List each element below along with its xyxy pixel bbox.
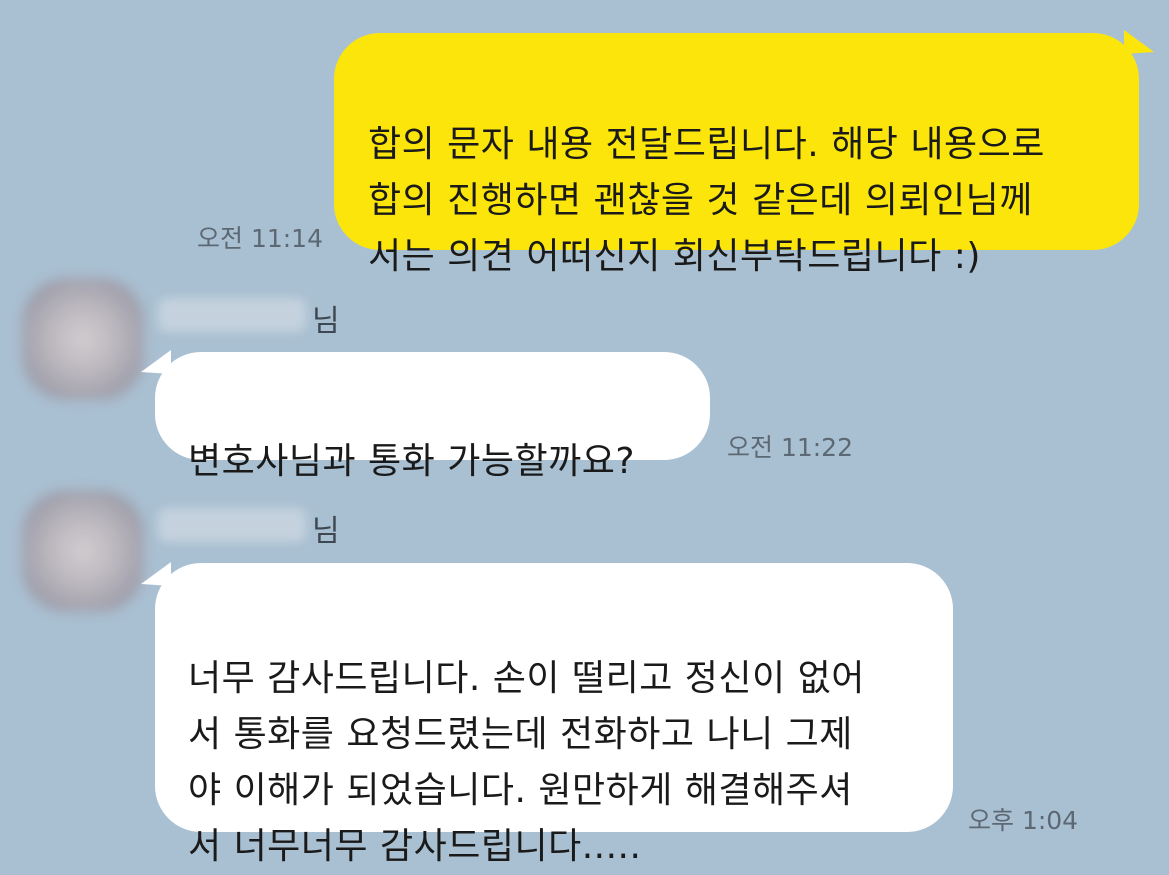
chat-area: 합의 문자 내용 전달드립니다. 해당 내용으로 합의 진행하면 괜찮을 것 같… xyxy=(0,0,1169,867)
sender-name-redacted xyxy=(158,508,306,542)
sender-name-redacted xyxy=(158,298,306,332)
bubble-tail xyxy=(1124,30,1154,54)
message-text: 합의 문자 내용 전달드립니다. 해당 내용으로 합의 진행하면 괜찮을 것 같… xyxy=(368,124,1045,277)
outgoing-message-bubble[interactable]: 합의 문자 내용 전달드립니다. 해당 내용으로 합의 진행하면 괜찮을 것 같… xyxy=(334,33,1139,277)
sender-avatar[interactable] xyxy=(22,278,144,400)
bubble-tail xyxy=(141,350,171,374)
sender-avatar[interactable] xyxy=(22,490,144,612)
message-time: 오전 11:22 xyxy=(727,433,853,462)
bubble-tail xyxy=(141,562,171,586)
message-time: 오후 1:04 xyxy=(968,806,1079,835)
message-text: 너무 감사드립니다. 손이 떨리고 정신이 없어 서 통화를 요청드렸는데 전화… xyxy=(188,658,865,867)
incoming-message-bubble[interactable]: 너무 감사드립니다. 손이 떨리고 정신이 없어 서 통화를 요청드렸는데 전화… xyxy=(155,563,953,867)
message-text: 변호사님과 통화 가능할까요? xyxy=(188,441,635,482)
incoming-message-bubble[interactable]: 변호사님과 통화 가능할까요? xyxy=(155,352,710,482)
message-time: 오전 11:14 xyxy=(197,224,323,253)
sender-name-suffix: 님 xyxy=(312,514,340,549)
sender-name-suffix: 님 xyxy=(312,304,340,339)
